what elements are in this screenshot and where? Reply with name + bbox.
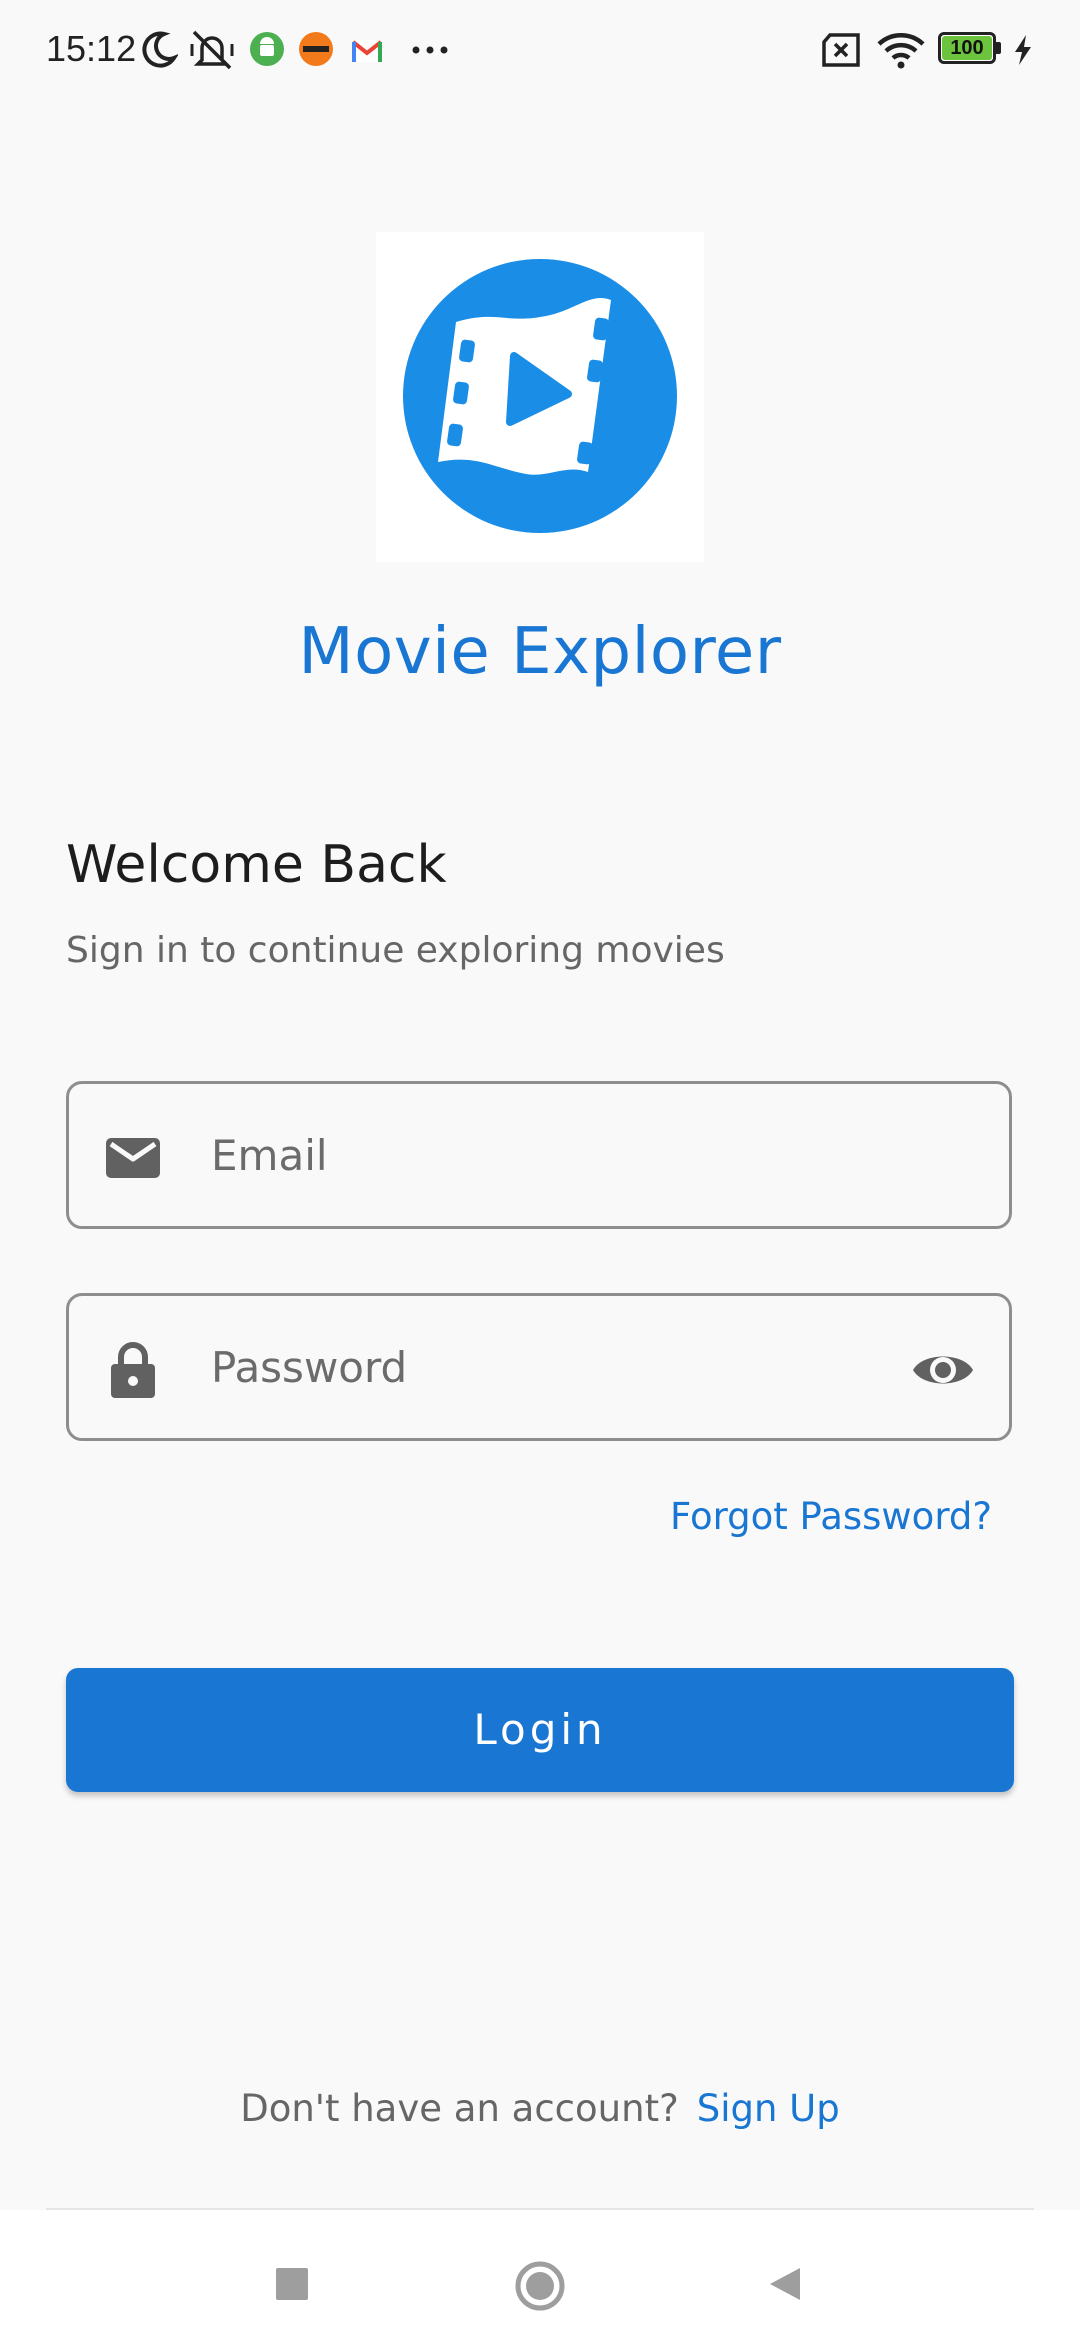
sim-x-icon [822,33,860,67]
password-placeholder: Password [211,1343,408,1392]
signup-link[interactable]: Sign Up [697,2087,840,2130]
battery-level: 100 [950,37,984,59]
android-icon [250,32,284,66]
status-bar: 15:12 100 [0,0,1080,100]
system-nav-bar [0,2210,1080,2340]
gmail-icon [351,40,383,62]
film-play-icon [403,259,677,533]
email-field[interactable]: Email [66,1081,1012,1229]
signup-row: Don't have an account? Sign Up [0,2087,1080,2130]
lock-icon [111,1342,155,1398]
recents-square-icon[interactable] [272,2264,312,2304]
app-logo [376,232,704,562]
mail-icon [106,1138,160,1178]
visibility-toggle-icon[interactable] [911,1340,975,1400]
email-placeholder: Email [211,1131,328,1180]
charging-icon [1015,35,1031,65]
password-field[interactable]: Password [66,1293,1012,1441]
trendyol-icon [299,32,333,66]
app-title: Movie Explorer [298,615,782,689]
login-button[interactable]: Login [66,1668,1014,1792]
moon-icon [142,31,178,68]
signup-prompt: Don't have an account? [240,2087,679,2130]
battery-icon: 100 [938,32,1002,66]
welcome-subtitle: Sign in to continue exploring movies [66,930,725,971]
vibrate-off-icon [190,30,234,70]
home-circle-icon[interactable] [514,2260,566,2312]
forgot-password-link[interactable]: Forgot Password? [670,1495,992,1538]
status-time: 15:12 [46,28,137,69]
login-screen: 15:12 100 Movie Explorer Welcome Back Si… [0,0,1080,2340]
welcome-heading: Welcome Back [66,835,447,895]
back-triangle-icon[interactable] [764,2264,804,2304]
wifi-icon [877,33,925,69]
more-dots-icon [412,46,448,54]
